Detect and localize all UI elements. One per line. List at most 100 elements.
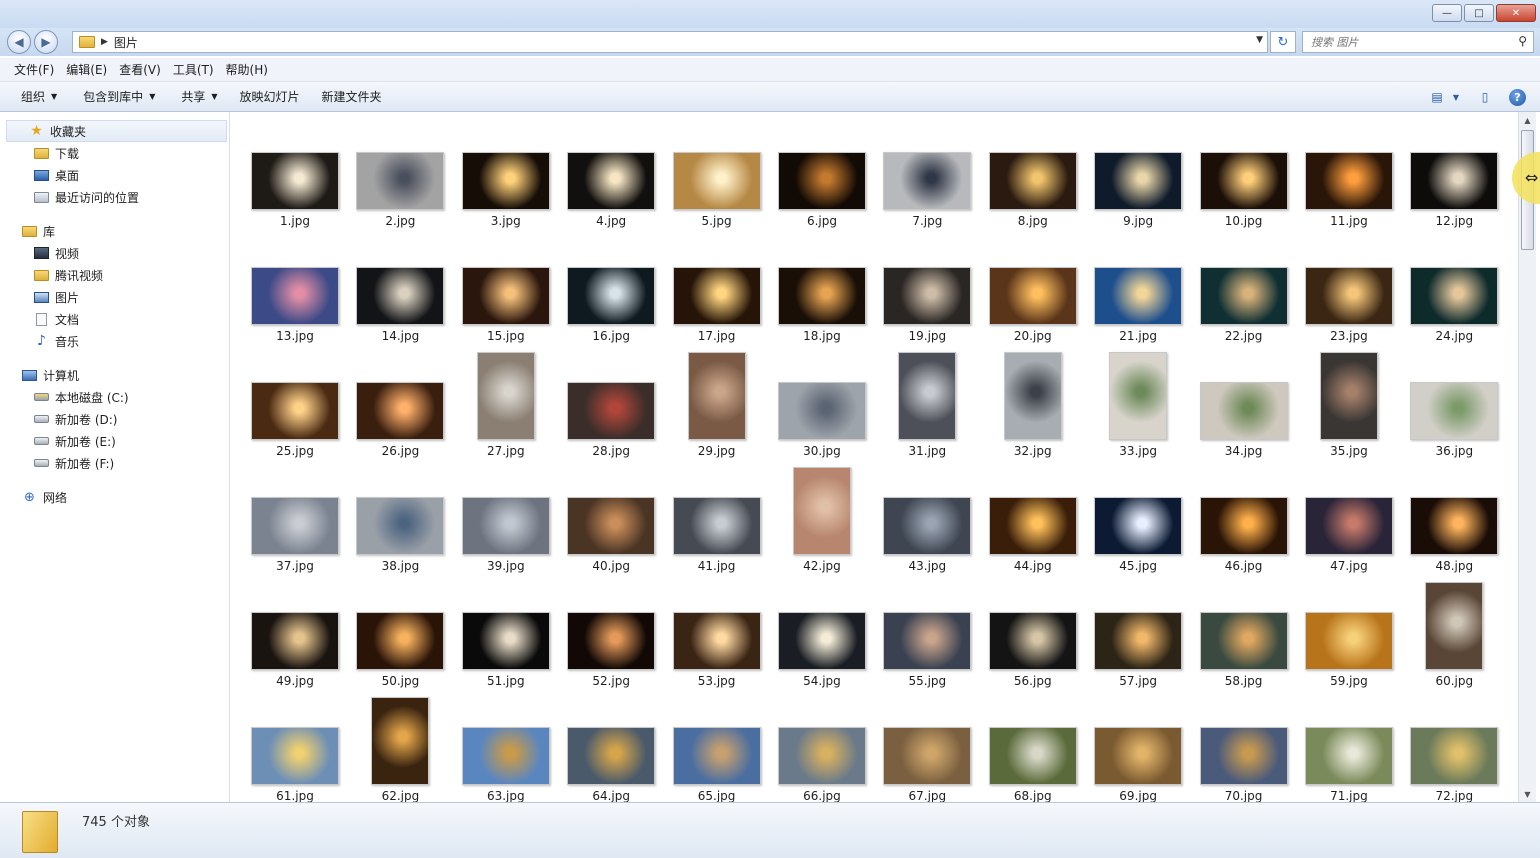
file-item[interactable]: 41.jpg bbox=[667, 489, 772, 604]
help-icon[interactable]: ? bbox=[1509, 88, 1526, 106]
file-item[interactable]: 72.jpg bbox=[1404, 719, 1509, 802]
view-chevron-down-icon[interactable]: ▼ bbox=[1451, 87, 1461, 107]
file-item[interactable]: 14.jpg bbox=[350, 259, 455, 374]
search-box[interactable]: ⚲ bbox=[1302, 31, 1534, 53]
file-item[interactable]: 36.jpg bbox=[1404, 374, 1509, 489]
sidebar-libraries[interactable]: 库 bbox=[0, 220, 229, 242]
sidebar-item-pictures[interactable]: 图片 bbox=[0, 286, 229, 308]
file-item[interactable]: 2.jpg bbox=[350, 144, 455, 259]
menu-file[interactable]: 文件(F) bbox=[8, 61, 60, 78]
share-button[interactable]: 共享 ▼ bbox=[172, 88, 226, 105]
file-item[interactable]: 29.jpg bbox=[667, 352, 772, 489]
file-item[interactable]: 55.jpg bbox=[877, 604, 982, 719]
file-item[interactable]: 57.jpg bbox=[1088, 604, 1193, 719]
file-item[interactable]: 67.jpg bbox=[877, 719, 982, 802]
refresh-button[interactable]: ↻ bbox=[1270, 31, 1296, 53]
file-item[interactable]: 40.jpg bbox=[561, 489, 666, 604]
search-input[interactable] bbox=[1311, 35, 1511, 49]
file-item[interactable]: 27.jpg bbox=[456, 352, 561, 489]
file-item[interactable]: 54.jpg bbox=[772, 604, 877, 719]
file-item[interactable]: 59.jpg bbox=[1299, 604, 1404, 719]
file-item[interactable]: 34.jpg bbox=[1194, 374, 1299, 489]
file-item[interactable]: 60.jpg bbox=[1404, 582, 1509, 719]
sidebar-item-desktop[interactable]: 桌面 bbox=[0, 164, 229, 186]
file-item[interactable]: 10.jpg bbox=[1194, 144, 1299, 259]
address-bar[interactable]: ▶ 图片 ▼ bbox=[72, 31, 1268, 53]
file-item[interactable]: 58.jpg bbox=[1194, 604, 1299, 719]
file-item[interactable]: 31.jpg bbox=[877, 352, 982, 489]
scroll-down-arrow[interactable]: ▼ bbox=[1519, 786, 1536, 802]
file-item[interactable]: 69.jpg bbox=[1088, 719, 1193, 802]
file-item[interactable]: 38.jpg bbox=[350, 489, 455, 604]
sidebar-item-drive-f[interactable]: 新加卷 (F:) bbox=[0, 452, 229, 474]
file-item[interactable]: 71.jpg bbox=[1299, 719, 1404, 802]
preview-pane-icon[interactable]: ▯ bbox=[1475, 87, 1495, 107]
file-item[interactable]: 44.jpg bbox=[983, 489, 1088, 604]
file-item[interactable]: 24.jpg bbox=[1404, 259, 1509, 374]
back-button[interactable]: ◀ bbox=[7, 30, 31, 54]
vertical-scrollbar[interactable]: ▲ ▼ bbox=[1518, 112, 1536, 802]
file-item[interactable]: 42.jpg bbox=[772, 467, 877, 604]
file-item[interactable]: 8.jpg bbox=[983, 144, 1088, 259]
file-item[interactable]: 16.jpg bbox=[561, 259, 666, 374]
file-item[interactable]: 1.jpg bbox=[245, 144, 350, 259]
scroll-up-arrow[interactable]: ▲ bbox=[1519, 112, 1536, 128]
file-item[interactable]: 39.jpg bbox=[456, 489, 561, 604]
sidebar-item-tencent-video[interactable]: 腾讯视频 bbox=[0, 264, 229, 286]
close-button[interactable]: ✕ bbox=[1496, 4, 1536, 22]
file-item[interactable]: 52.jpg bbox=[561, 604, 666, 719]
sidebar-item-music[interactable]: ♪ 音乐 bbox=[0, 330, 229, 352]
file-item[interactable]: 3.jpg bbox=[456, 144, 561, 259]
sidebar-item-drive-e[interactable]: 新加卷 (E:) bbox=[0, 430, 229, 452]
file-item[interactable]: 25.jpg bbox=[245, 374, 350, 489]
file-item[interactable]: 5.jpg bbox=[667, 144, 772, 259]
file-item[interactable]: 12.jpg bbox=[1404, 144, 1509, 259]
file-item[interactable]: 11.jpg bbox=[1299, 144, 1404, 259]
sidebar-item-drive-d[interactable]: 新加卷 (D:) bbox=[0, 408, 229, 430]
sidebar-item-drive-c[interactable]: 本地磁盘 (C:) bbox=[0, 386, 229, 408]
file-item[interactable]: 56.jpg bbox=[983, 604, 1088, 719]
file-item[interactable]: 28.jpg bbox=[561, 374, 666, 489]
sidebar-item-recent-places[interactable]: 最近访问的位置 bbox=[0, 186, 229, 208]
sidebar-network[interactable]: ⊕ 网络 bbox=[0, 486, 229, 508]
file-item[interactable]: 4.jpg bbox=[561, 144, 666, 259]
menu-help[interactable]: 帮助(H) bbox=[220, 61, 274, 78]
file-item[interactable]: 37.jpg bbox=[245, 489, 350, 604]
sidebar-item-videos[interactable]: 视频 bbox=[0, 242, 229, 264]
file-item[interactable]: 35.jpg bbox=[1299, 352, 1404, 489]
menu-view[interactable]: 查看(V) bbox=[113, 61, 167, 78]
file-item[interactable]: 63.jpg bbox=[456, 719, 561, 802]
file-item[interactable]: 49.jpg bbox=[245, 604, 350, 719]
file-item[interactable]: 22.jpg bbox=[1194, 259, 1299, 374]
breadcrumb-item[interactable]: 图片 bbox=[114, 34, 138, 51]
file-item[interactable]: 45.jpg bbox=[1088, 489, 1193, 604]
address-dropdown-icon[interactable]: ▼ bbox=[1256, 35, 1263, 45]
file-item[interactable]: 9.jpg bbox=[1088, 144, 1193, 259]
file-item[interactable]: 64.jpg bbox=[561, 719, 666, 802]
file-item[interactable]: 18.jpg bbox=[772, 259, 877, 374]
view-options-icon[interactable]: ▤ bbox=[1427, 87, 1447, 107]
sidebar-item-documents[interactable]: 文档 bbox=[0, 308, 229, 330]
file-item[interactable]: 46.jpg bbox=[1194, 489, 1299, 604]
search-icon[interactable]: ⚲ bbox=[1518, 34, 1527, 48]
file-item[interactable]: 53.jpg bbox=[667, 604, 772, 719]
file-item[interactable]: 7.jpg bbox=[877, 144, 982, 259]
file-item[interactable]: 68.jpg bbox=[983, 719, 1088, 802]
file-item[interactable]: 6.jpg bbox=[772, 144, 877, 259]
include-library-button[interactable]: 包含到库中 ▼ bbox=[74, 88, 164, 105]
minimize-button[interactable]: — bbox=[1432, 4, 1462, 22]
forward-button[interactable]: ▶ bbox=[34, 30, 58, 54]
sidebar-favorites[interactable]: ★ 收藏夹 bbox=[6, 120, 227, 142]
organize-button[interactable]: 组织 ▼ bbox=[12, 88, 66, 105]
menu-tools[interactable]: 工具(T) bbox=[167, 61, 220, 78]
file-item[interactable]: 32.jpg bbox=[983, 352, 1088, 489]
file-item[interactable]: 62.jpg bbox=[350, 697, 455, 802]
file-item[interactable]: 61.jpg bbox=[245, 719, 350, 802]
file-item[interactable]: 70.jpg bbox=[1194, 719, 1299, 802]
file-item[interactable]: 51.jpg bbox=[456, 604, 561, 719]
slideshow-button[interactable]: 放映幻灯片 bbox=[231, 88, 309, 105]
maximize-button[interactable]: □ bbox=[1464, 4, 1494, 22]
sidebar-item-downloads[interactable]: 下载 bbox=[0, 142, 229, 164]
file-item[interactable]: 13.jpg bbox=[245, 259, 350, 374]
new-folder-button[interactable]: 新建文件夹 bbox=[313, 88, 391, 105]
